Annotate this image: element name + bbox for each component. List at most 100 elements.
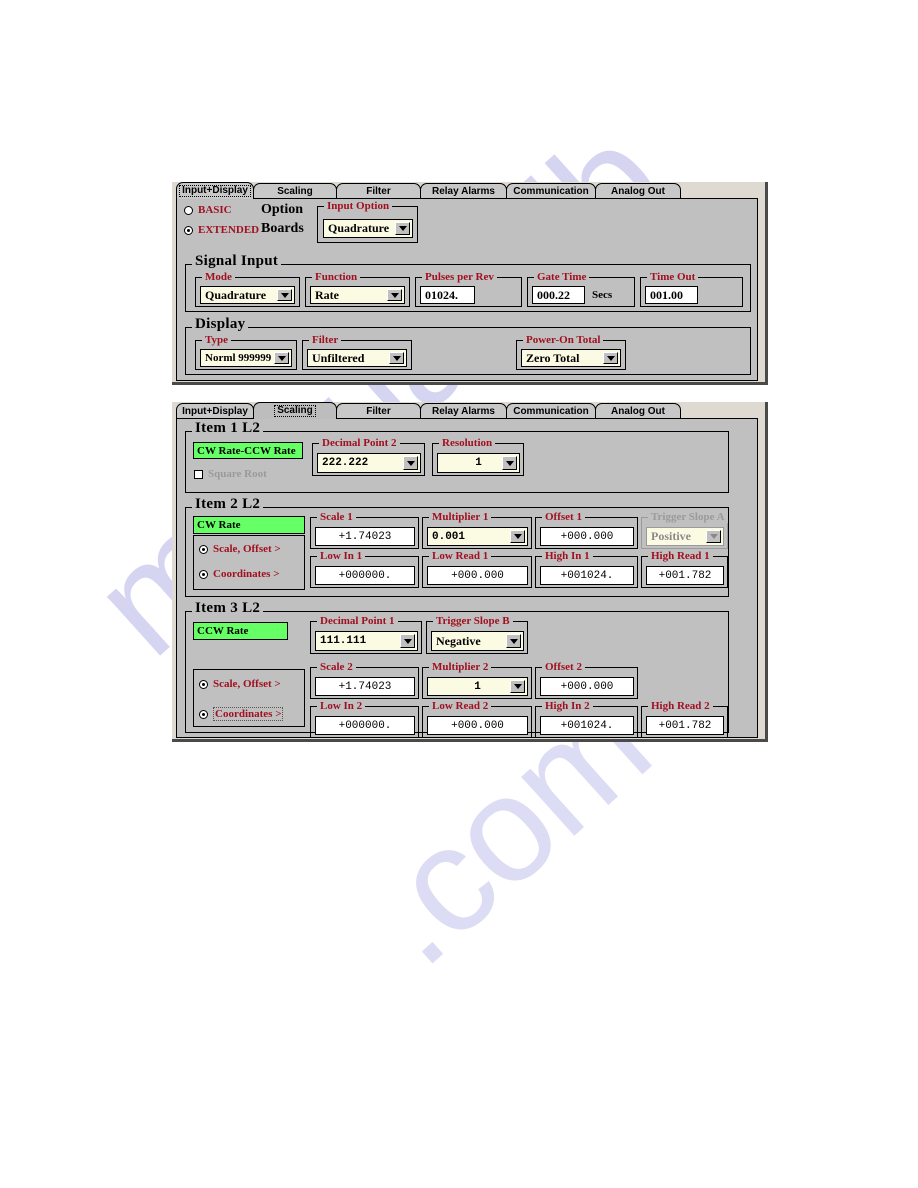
tab-filter[interactable]: Filter [336,403,421,419]
radio-scale-offset-1-label: Scale, Offset > [213,543,281,555]
chevron-down-icon[interactable] [403,456,418,470]
offset-2-input[interactable]: +000.000 [540,677,634,696]
low-in-1-input[interactable]: +000000. [315,566,415,585]
tab-filter-label: Filter [366,405,391,417]
scale-2-input[interactable]: +1.74023 [315,677,415,696]
tab-scaling[interactable]: Scaling [253,183,337,199]
time-out-value: 001.00 [650,287,683,302]
low-read-2-input[interactable]: +000.000 [427,716,528,735]
tab-analog-out[interactable]: Analog Out [595,403,681,419]
group-item-3: Item 3 L2 CCW Rate Decimal Point 1 111.1… [185,601,729,738]
group-signal-input-legend: Signal Input [192,254,282,269]
multiplier-1-value: 0.001 [432,530,466,543]
input-option-combo[interactable]: Quadrature [323,219,413,238]
high-read-1-input[interactable]: +001.782 [646,566,724,585]
power-on-total-combo[interactable]: Zero Total [521,349,621,367]
group-item-2: Item 2 L2 CW Rate Scale, Offset > Coordi… [185,497,729,597]
radio-scale-offset-2[interactable]: Scale, Offset > [199,678,281,690]
tab-input-display[interactable]: Input+Display [176,403,254,419]
trigger-slope-b-value: Negative [436,633,481,648]
tab-relay-alarms[interactable]: Relay Alarms [420,183,507,199]
tab-communication[interactable]: Communication [506,403,596,419]
high-in-1-value: +001024. [560,569,614,582]
tab-communication[interactable]: Communication [506,183,596,199]
group-display-filter: Filter Unfiltered [302,334,412,370]
radio-scale-offset-2-label: Scale, Offset > [213,678,281,690]
decimal-point-2-value: 222.222 [322,457,369,469]
tab-input-display[interactable]: Input+Display [176,182,254,199]
chevron-down-icon[interactable] [387,289,402,301]
pulses-per-rev-input[interactable]: 01024. [420,286,475,304]
group-power-on-total: Power-On Total Zero Total [516,334,626,370]
radio-coordinates-2[interactable]: Coordinates > [199,707,284,721]
trigger-slope-a-combo: Positive [646,527,724,546]
group-low-in-1: Low In 1 +000000. [310,550,419,588]
group-mode-legend: Mode [202,271,235,283]
low-read-1-input[interactable]: +000.000 [427,566,528,585]
group-function: Function Rate [305,271,410,307]
dialog-input-display: BASIC EXTENDED Option Boards Input Optio… [176,198,758,381]
chevron-down-icon[interactable] [506,634,521,648]
group-gate-time: Gate Time 000.22 Secs [527,271,635,307]
high-read-2-input[interactable]: +001.782 [646,716,724,735]
screenshot-scaling: Input+Display Scaling Filter Relay Alarm… [172,402,768,742]
chevron-down-icon[interactable] [274,352,289,364]
multiplier-1-combo[interactable]: 0.001 [427,527,528,546]
group-item-3-legend: Item 3 L2 [192,601,264,616]
group-time-out: Time Out 001.00 [640,271,743,307]
tab-filter[interactable]: Filter [336,183,421,199]
chevron-down-icon[interactable] [603,352,618,364]
checkbox-square-root[interactable]: Square Root [194,468,267,480]
low-in-2-input[interactable]: +000000. [315,716,415,735]
tab-scaling-label: Scaling [277,185,313,197]
radio-coordinates-1[interactable]: Coordinates > [199,568,279,580]
radio-basic[interactable]: BASIC [184,204,232,216]
group-decimal-point-1-legend: Decimal Point 1 [317,615,398,627]
high-in-2-input[interactable]: +001024. [540,716,634,735]
high-in-1-input[interactable]: +001024. [540,566,634,585]
scale-1-value: +1.74023 [338,530,392,543]
trigger-slope-b-combo[interactable]: Negative [431,631,524,651]
display-filter-combo[interactable]: Unfiltered [307,349,407,367]
group-low-read-1-legend: Low Read 1 [429,550,492,562]
chevron-down-icon[interactable] [510,530,525,543]
chevron-down-icon[interactable] [277,289,292,301]
chevron-down-icon[interactable] [400,634,415,648]
group-display-legend: Display [192,317,249,332]
group-high-read-1: High Read 1 +001.782 [641,550,728,588]
tab-relay-alarms[interactable]: Relay Alarms [420,403,507,419]
low-read-2-value: +000.000 [451,719,504,732]
radio-scale-offset-1[interactable]: Scale, Offset > [199,543,281,555]
group-offset-2: Offset 2 +000.000 [535,661,638,699]
decimal-point-2-combo[interactable]: 222.222 [317,453,421,473]
chevron-down-icon[interactable] [502,456,517,470]
gate-time-units: Secs [592,289,613,301]
tab-scaling[interactable]: Scaling [253,402,337,419]
tab-strip-input-display: Input+Display Scaling Filter Relay Alarm… [176,182,681,199]
chevron-down-icon[interactable] [510,680,525,693]
chevron-down-icon[interactable] [395,222,410,235]
tab-relay-alarms-label: Relay Alarms [432,185,495,197]
gate-time-input[interactable]: 000.22 [532,286,585,304]
decimal-point-1-combo[interactable]: 111.111 [315,631,418,651]
group-trigger-slope-a: Trigger Slope A Positive [641,511,728,549]
group-display: Display Type Norml 999999 Filter Unfilte… [185,317,751,375]
group-multiplier-1: Multiplier 1 0.001 [422,511,532,549]
mode-combo[interactable]: Quadrature [200,286,295,304]
tab-analog-out-label: Analog Out [611,405,665,417]
function-combo[interactable]: Rate [310,286,405,304]
group-low-in-2-legend: Low In 2 [317,700,366,712]
item-3-radio-group: Scale, Offset > Coordinates > [193,669,305,727]
tab-analog-out[interactable]: Analog Out [595,183,681,199]
resolution-combo[interactable]: 1 [437,453,520,473]
pulses-per-rev-value: 01024. [425,287,458,302]
scale-1-input[interactable]: +1.74023 [315,527,415,546]
time-out-input[interactable]: 001.00 [645,286,698,304]
tab-scaling-label: Scaling [274,405,316,417]
group-trigger-slope-b-legend: Trigger Slope B [433,615,513,627]
multiplier-2-combo[interactable]: 1 [427,677,528,696]
chevron-down-icon[interactable] [389,352,404,364]
offset-1-input[interactable]: +000.000 [540,527,634,546]
radio-extended[interactable]: EXTENDED [184,224,259,236]
display-type-combo[interactable]: Norml 999999 [200,349,292,367]
